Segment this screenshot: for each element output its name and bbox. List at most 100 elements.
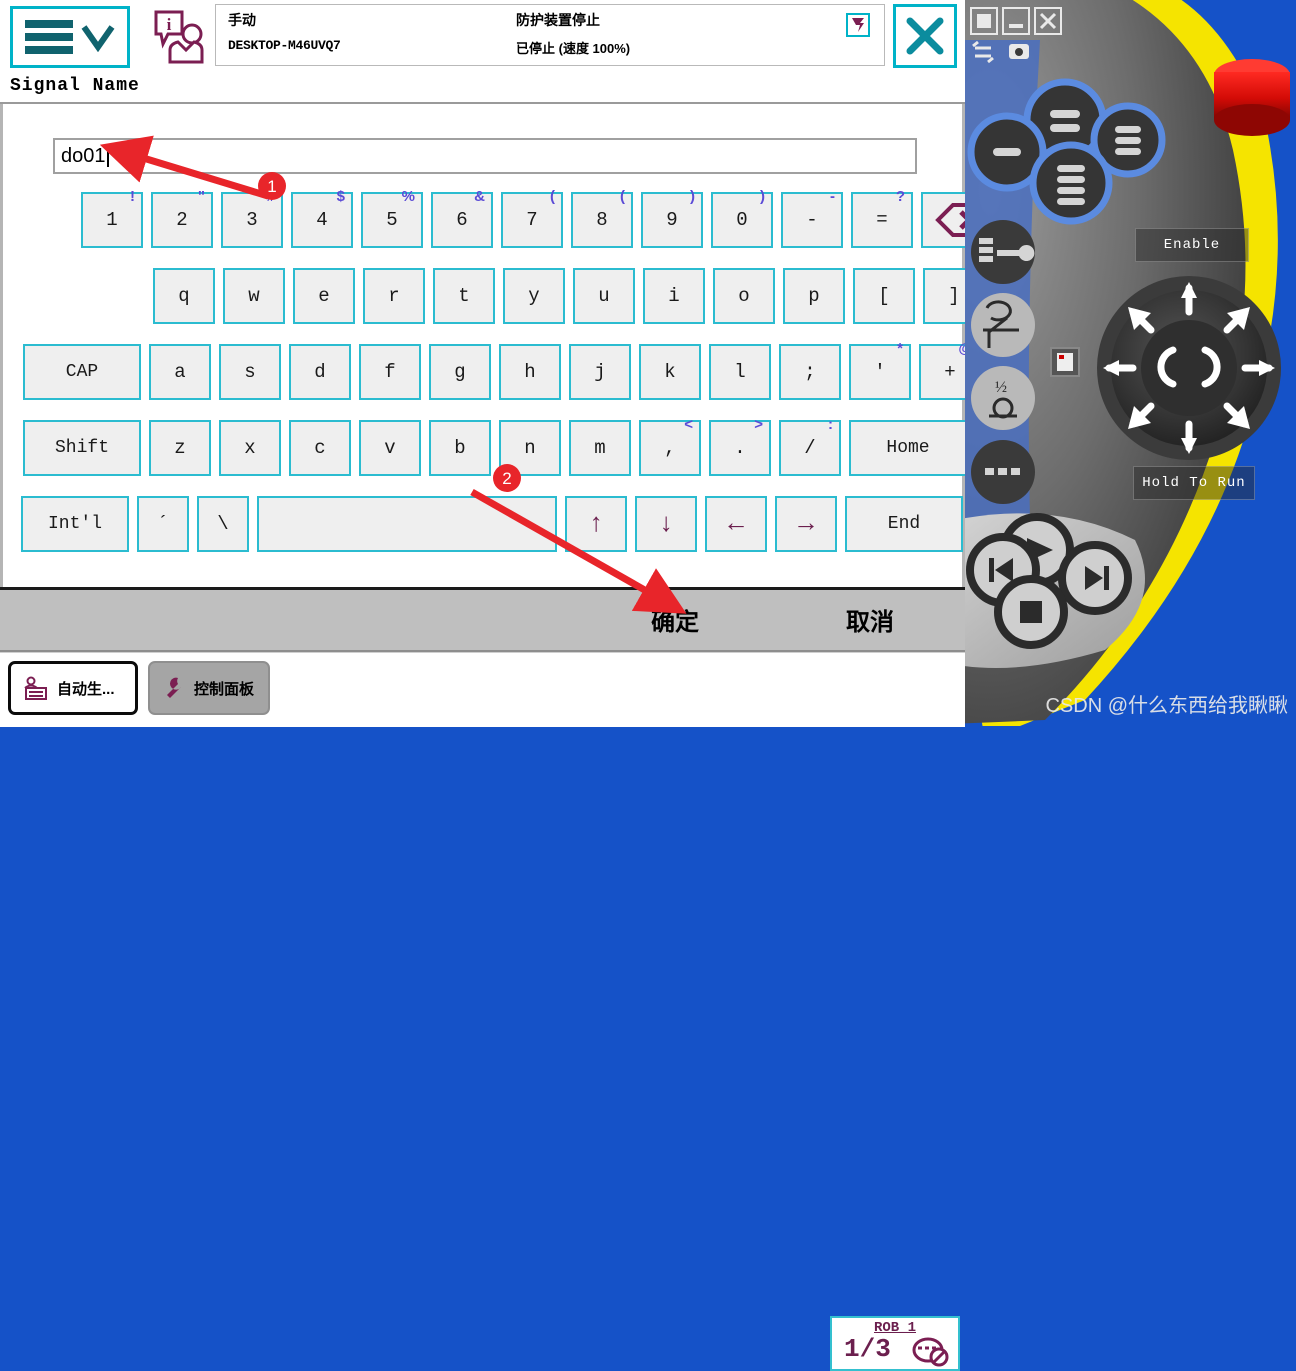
key-d-label: d xyxy=(314,361,326,383)
key-backslash-label: \ xyxy=(217,513,229,535)
key-y-label: y xyxy=(528,285,540,307)
key-d[interactable]: d xyxy=(289,344,351,400)
operator-info-icon[interactable]: i xyxy=(148,6,210,68)
dialog-button-bar: 确定 取消 xyxy=(0,590,965,652)
key-8-shift-label: ( xyxy=(620,188,625,205)
key-cap[interactable]: CAP xyxy=(23,344,141,400)
key-v[interactable]: v xyxy=(359,420,421,476)
key-arrow-down[interactable]: ↓ xyxy=(635,496,697,552)
virtual-keyboard: ! 1 " 2 #3 $4% 5 & 6(7(8) 9) 0- -? = q w e r t y u i o p[] CAP a… xyxy=(3,188,1003,572)
robot-status-widget[interactable]: ROB_1 1/3 xyxy=(830,1316,960,1371)
key-p[interactable]: p xyxy=(783,268,845,324)
key-m[interactable]: m xyxy=(569,420,631,476)
key-r[interactable]: r xyxy=(363,268,425,324)
key-x[interactable]: x xyxy=(219,420,281,476)
key-a[interactable]: a xyxy=(149,344,211,400)
key-4[interactable]: $4 xyxy=(291,188,353,248)
key-minus-label: - xyxy=(806,209,818,231)
key-j-label: j xyxy=(594,361,606,383)
key-period[interactable]: >. xyxy=(709,416,771,476)
key-t-label: t xyxy=(458,285,470,307)
taskbar-item-control-panel[interactable]: 控制面板 xyxy=(148,661,270,715)
key-minus[interactable]: -- xyxy=(781,188,843,248)
key-6[interactable]: & 6 xyxy=(431,188,493,248)
key-z[interactable]: z xyxy=(149,420,211,476)
keyboard-row-5: Int'l ´ \ ↑ ↓ ← → End xyxy=(3,496,968,552)
teach-pendant-photo: ½ Enable Hold To Run CSDN @什么东西给我瞅瞅 xyxy=(965,0,1296,726)
key-4-label: 4 xyxy=(316,209,328,231)
key-g[interactable]: g xyxy=(429,344,491,400)
key-i[interactable]: i xyxy=(643,268,705,324)
signal-name-value: do01 xyxy=(61,144,106,167)
taskbar-label-control-panel: 控制面板 xyxy=(194,680,255,698)
key-7[interactable]: (7 xyxy=(501,188,563,248)
key-q-label: q xyxy=(178,285,190,307)
program-pointer-icon[interactable] xyxy=(846,13,870,37)
taskbar-item-auto-generate[interactable]: 自动生... xyxy=(8,661,138,715)
key-k[interactable]: k xyxy=(639,344,701,400)
key-5[interactable]: % 5 xyxy=(361,188,423,248)
key-2[interactable]: " 2 xyxy=(151,188,213,248)
key-o[interactable]: o xyxy=(713,268,775,324)
key-arrow-right[interactable]: → xyxy=(775,496,837,552)
key-9[interactable]: ) 9 xyxy=(641,188,703,248)
key-z-label: z xyxy=(174,437,186,459)
key-arrow-left[interactable]: ← xyxy=(705,496,767,552)
key-f[interactable]: f xyxy=(359,344,421,400)
keyboard-row-3: CAPasdfghjkl;*'@+ xyxy=(3,340,981,400)
execution-status: 已停止 (速度 100%) xyxy=(516,41,631,56)
key-j[interactable]: j xyxy=(569,344,631,400)
key-y[interactable]: y xyxy=(503,268,565,324)
key-bracket-left[interactable]: [ xyxy=(853,268,915,324)
taskbar: 自动生... 控制面板 ROB_1 1/3 xyxy=(0,652,965,1371)
key-slash[interactable]: : / xyxy=(779,416,841,476)
key-home[interactable]: Home xyxy=(849,420,967,476)
key-t[interactable]: t xyxy=(433,268,495,324)
key-arrow-up[interactable]: ↑ xyxy=(565,496,627,552)
key-0[interactable]: ) 0 xyxy=(711,188,773,248)
key-w[interactable]: w xyxy=(223,268,285,324)
key-s[interactable]: s xyxy=(219,344,281,400)
key-w-label: w xyxy=(248,285,260,307)
key-space[interactable] xyxy=(257,496,557,552)
key-apostrophe[interactable]: * ' xyxy=(849,340,911,400)
key-9-shift-label: ) xyxy=(690,188,695,205)
guard-status: 防护装置停止 xyxy=(516,12,600,28)
key-u-label: u xyxy=(598,285,610,307)
key-s-label: s xyxy=(244,361,256,383)
cancel-button[interactable]: 取消 xyxy=(785,590,955,648)
key-n[interactable]: n xyxy=(499,420,561,476)
key-equals[interactable]: ? = xyxy=(851,188,913,248)
key-b[interactable]: b xyxy=(429,420,491,476)
key-arrow-up-glyph: ↑ xyxy=(588,509,604,539)
key-3[interactable]: #3 xyxy=(221,188,283,248)
key-l-label: l xyxy=(734,361,746,383)
key-8-label: 8 xyxy=(596,209,608,231)
key-c[interactable]: c xyxy=(289,420,351,476)
key-intl[interactable]: Int'l xyxy=(21,496,129,552)
signal-name-input[interactable]: do01 xyxy=(53,138,917,174)
key-0-label: 0 xyxy=(736,209,748,231)
key-backslash[interactable]: \ xyxy=(197,496,249,552)
key-acute[interactable]: ´ xyxy=(137,496,189,552)
key-e[interactable]: e xyxy=(293,268,355,324)
key-e-label: e xyxy=(318,285,330,307)
key-p-label: p xyxy=(808,285,820,307)
key-8[interactable]: (8 xyxy=(571,188,633,248)
key-acute-label: ´ xyxy=(157,513,169,535)
enable-label: Enable xyxy=(1135,228,1249,262)
key-comma[interactable]: <, xyxy=(639,416,701,476)
ok-button[interactable]: 确定 xyxy=(590,590,760,648)
key-q[interactable]: q xyxy=(153,268,215,324)
main-menu-button[interactable] xyxy=(10,6,130,68)
key-h[interactable]: h xyxy=(499,344,561,400)
key-l[interactable]: l xyxy=(709,344,771,400)
close-window-button[interactable] xyxy=(893,4,957,68)
key-end[interactable]: End xyxy=(845,496,963,552)
key-2-shift-label: " xyxy=(197,188,205,205)
key-shift[interactable]: Shift xyxy=(23,420,141,476)
key-u[interactable]: u xyxy=(573,268,635,324)
key-semicolon[interactable]: ; xyxy=(779,344,841,400)
key-1[interactable]: ! 1 xyxy=(81,188,143,248)
key-semicolon-label: ; xyxy=(804,361,816,383)
